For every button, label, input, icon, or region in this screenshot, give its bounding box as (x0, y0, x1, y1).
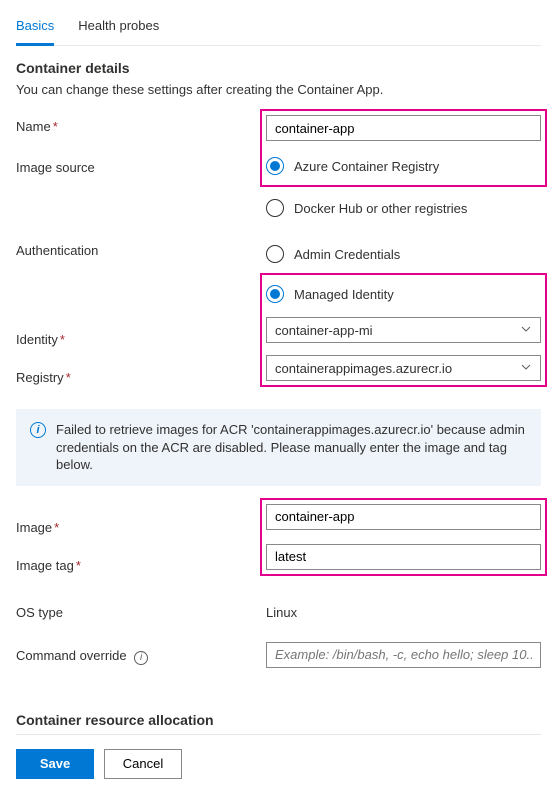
identity-value: container-app-mi (275, 323, 373, 338)
section-heading-container-details: Container details (16, 60, 541, 76)
identity-select[interactable]: container-app-mi (266, 317, 541, 343)
chevron-down-icon (520, 361, 532, 376)
section-desc: You can change these settings after crea… (16, 82, 541, 97)
info-icon: i (30, 422, 46, 438)
image-tag-label: Image tag (16, 558, 74, 573)
radio-docker-label: Docker Hub or other registries (294, 201, 467, 216)
identity-label: Identity (16, 332, 58, 347)
radio-managed-identity[interactable]: Managed Identity (266, 279, 541, 309)
radio-docker[interactable]: Docker Hub or other registries (266, 193, 541, 223)
image-tag-input[interactable] (266, 544, 541, 570)
radio-icon (266, 285, 284, 303)
required-asterisk: * (54, 520, 59, 535)
save-button[interactable]: Save (16, 749, 94, 779)
tab-basics[interactable]: Basics (16, 14, 54, 46)
authentication-label: Authentication (16, 239, 266, 258)
image-source-label: Image source (16, 160, 266, 175)
image-input[interactable] (266, 504, 541, 530)
image-label: Image (16, 520, 52, 535)
radio-acr[interactable]: Azure Container Registry (266, 151, 541, 181)
os-type-value: Linux (266, 601, 541, 620)
highlight-box: Azure Container Registry (260, 109, 547, 187)
required-asterisk: * (53, 119, 58, 134)
name-label: Name (16, 119, 51, 134)
cancel-button[interactable]: Cancel (104, 749, 182, 779)
radio-acr-label: Azure Container Registry (294, 159, 439, 174)
separator (16, 734, 541, 735)
name-input[interactable] (266, 115, 541, 141)
required-asterisk: * (60, 332, 65, 347)
radio-icon (266, 199, 284, 217)
radio-admin-credentials[interactable]: Admin Credentials (266, 239, 541, 269)
registry-select[interactable]: containerappimages.azurecr.io (266, 355, 541, 381)
command-override-input[interactable] (266, 642, 541, 668)
info-icon[interactable]: i (134, 651, 148, 665)
required-asterisk: * (76, 558, 81, 573)
radio-icon (266, 245, 284, 263)
radio-admin-label: Admin Credentials (294, 247, 400, 262)
info-message-box: i Failed to retrieve images for ACR 'con… (16, 409, 541, 486)
section-heading-resource-allocation: Container resource allocation (16, 712, 541, 728)
highlight-box (260, 498, 547, 576)
highlight-box: Managed Identity container-app-mi contai… (260, 273, 547, 387)
info-text: Failed to retrieve images for ACR 'conta… (56, 421, 527, 474)
radio-icon (266, 157, 284, 175)
radio-managed-label: Managed Identity (294, 287, 394, 302)
tabs-bar: Basics Health probes (16, 14, 541, 46)
footer-actions: Save Cancel (16, 745, 541, 779)
registry-value: containerappimages.azurecr.io (275, 361, 452, 376)
command-override-label: Command override (16, 648, 127, 663)
tab-health-probes[interactable]: Health probes (78, 14, 159, 45)
required-asterisk: * (66, 370, 71, 385)
chevron-down-icon (520, 323, 532, 338)
registry-label: Registry (16, 370, 64, 385)
os-type-label: OS type (16, 601, 266, 620)
